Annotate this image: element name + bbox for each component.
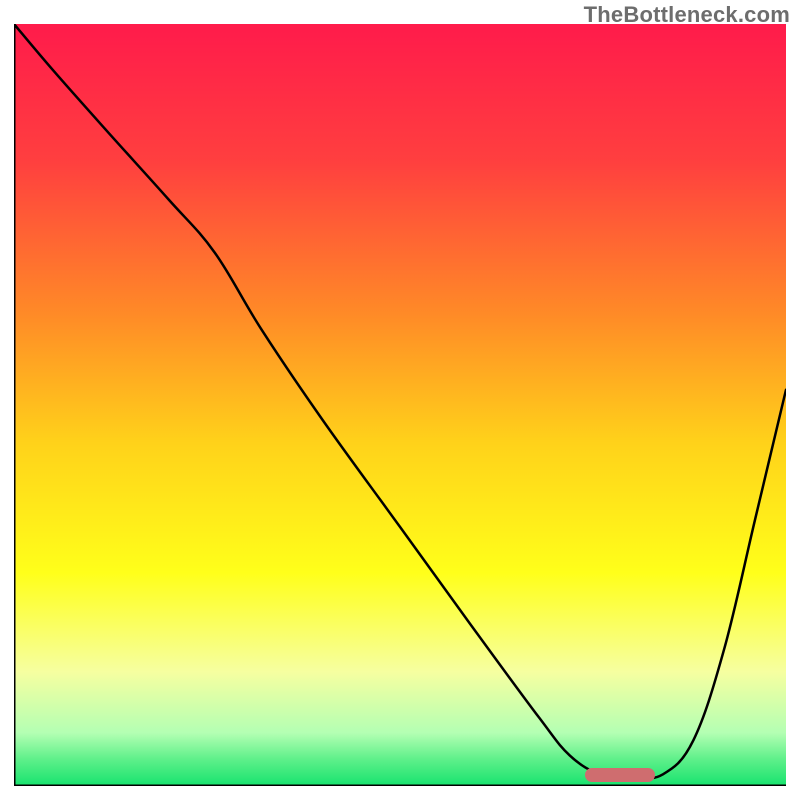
gradient-background bbox=[14, 24, 786, 786]
plot-area bbox=[14, 24, 786, 786]
chart-canvas: TheBottleneck.com bbox=[0, 0, 800, 800]
plot-svg bbox=[14, 24, 786, 786]
optimal-range-marker bbox=[585, 768, 654, 782]
